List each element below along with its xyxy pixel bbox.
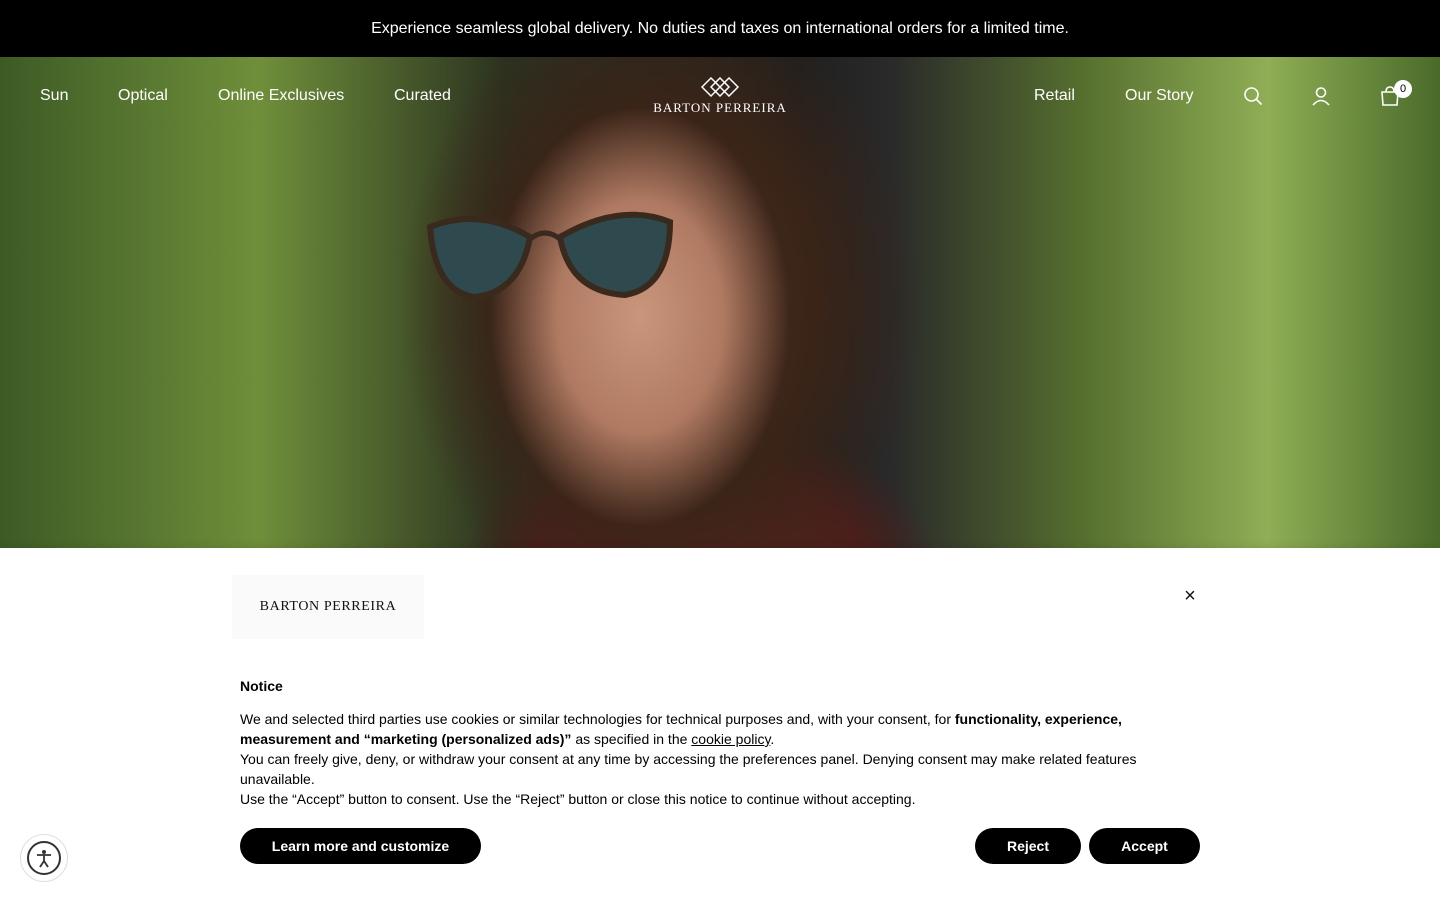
notice-text: . xyxy=(770,731,775,747)
account-button[interactable] xyxy=(1307,82,1335,110)
accessibility-icon xyxy=(27,841,61,875)
accept-button[interactable]: Accept xyxy=(1089,828,1200,864)
site-logo[interactable]: BARTON PERREIRA xyxy=(644,77,796,119)
search-icon xyxy=(1244,87,1263,106)
sunglasses-graphic xyxy=(426,211,674,301)
nav-link-curated[interactable]: Curated xyxy=(394,87,451,105)
logo-text: BARTON PERREIRA xyxy=(653,100,787,115)
search-button[interactable] xyxy=(1239,82,1267,110)
notice-text: We and selected third parties use cookie… xyxy=(240,711,955,727)
notice-paragraph-1: We and selected third parties use cookie… xyxy=(240,709,1180,749)
notice-paragraph-3: Use the “Accept” button to consent. Use … xyxy=(240,791,916,807)
nav-link-our-story[interactable]: Our Story xyxy=(1125,87,1193,105)
nav-link-retail[interactable]: Retail xyxy=(1034,87,1075,105)
close-icon[interactable]: × xyxy=(1180,585,1200,607)
notice-text: as specified in the xyxy=(571,731,692,747)
cookie-policy-link[interactable]: cookie policy xyxy=(691,731,770,747)
reject-button[interactable]: Reject xyxy=(975,828,1081,864)
logo-mark-icon xyxy=(700,77,740,97)
cookie-banner-logo: BARTON PERREIRA xyxy=(232,575,424,639)
notice-body: We and selected third parties use cookie… xyxy=(240,709,1180,809)
account-icon xyxy=(1312,87,1330,106)
notice-paragraph-2: You can freely give, deny, or withdraw y… xyxy=(240,751,1137,787)
announcement-text: Experience seamless global delivery. No … xyxy=(371,19,1069,37)
nav-link-optical[interactable]: Optical xyxy=(118,87,168,105)
notice-title: Notice xyxy=(240,678,283,694)
nav-link-sun[interactable]: Sun xyxy=(40,87,68,105)
learn-more-button[interactable]: Learn more and customize xyxy=(240,828,481,864)
nav-link-online-exclusives[interactable]: Online Exclusives xyxy=(218,87,344,105)
cart-count-badge: 0 xyxy=(1394,80,1412,98)
accessibility-button[interactable] xyxy=(20,834,68,882)
announcement-bar: Experience seamless global delivery. No … xyxy=(0,0,1440,57)
